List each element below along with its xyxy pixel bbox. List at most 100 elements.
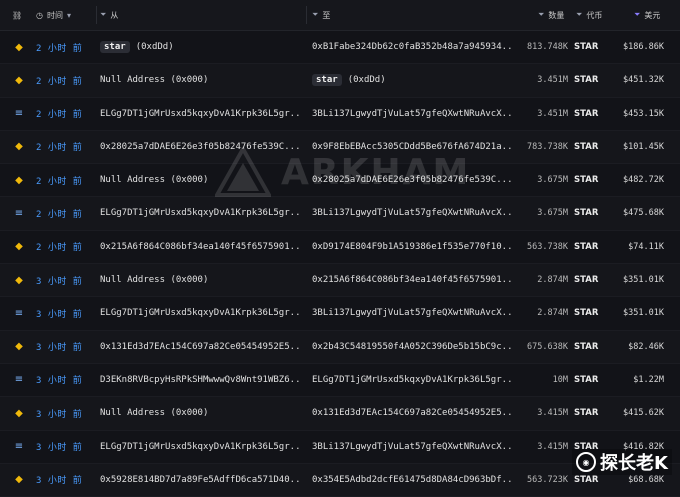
table-row[interactable]: ≡ 2 小时 前 ELGg7DT1jGMrUsxd5kqxyDvA1Krpk36L5… [0, 97, 680, 131]
time-ago[interactable]: 3 小时 前 [36, 364, 96, 396]
tron-chain-icon: ≡ [14, 207, 24, 219]
from-entity-tag[interactable]: star [100, 41, 130, 53]
from-address[interactable]: 0x131Ed3d7EAc154C697a82Ce05454952E5... [100, 331, 300, 363]
time-ago[interactable]: 3 小时 前 [36, 331, 96, 363]
table-row[interactable]: ◆ 2 小时 前 Null Address (0x000) 0x28025a7dDAE… [0, 164, 680, 198]
to-address[interactable]: 0x9F8EbEBAcc5305CDdd5Be676fA674D21a... [312, 131, 512, 163]
filter-icon[interactable]: ⏷ [100, 10, 106, 20]
to-address[interactable]: star (0xdDd) [312, 64, 512, 96]
from-address-text: ELGg7DT1jGMrUsxd5kqxyDvA1Krpk36L5gr... [100, 108, 300, 119]
amount-value: 813.748K [527, 42, 568, 52]
token-symbol[interactable]: STAR [574, 131, 614, 163]
table-row[interactable]: ◆ 2 小时 前 star (0xdDd) 0xB1Fabe324Db62c0faB35… [0, 31, 680, 65]
from-address[interactable]: 0x5928E814BD7d7a89Fe5AdffD6ca571D40... [100, 464, 300, 496]
token-symbol[interactable]: STAR [574, 31, 614, 63]
amount-column-header[interactable]: ⏷ 数量 [538, 0, 564, 30]
to-address[interactable]: 0xB1Fabe324Db62c0faB352b48a7a945934... [312, 31, 512, 63]
chain-icon: ⛓ [12, 10, 23, 20]
to-address[interactable]: 3BLi137LgwydTjVuLat57gfeQXwtNRuAvcX... [312, 431, 512, 463]
to-address-text: 0xB1Fabe324Db62c0faB352b48a7a945934... [312, 42, 512, 52]
to-address[interactable]: 0x28025a7dDAE6E26e3f05b82476fe539C... [312, 164, 512, 196]
time-ago[interactable]: 3 小时 前 [36, 264, 96, 296]
filter-icon[interactable]: ⏷ [576, 10, 582, 20]
table-row[interactable]: ◆ 3 小时 前 Null Address (0x000) 0x131Ed3d7EAc… [0, 397, 680, 431]
to-entity-tag[interactable]: star [312, 74, 342, 87]
usd-value: $101.45K [623, 141, 664, 152]
from-address[interactable]: Null Address (0x000) [100, 64, 300, 96]
to-address-text: 3BLi137LgwydTjVuLat57gfeQXwtNRuAvcX... [312, 308, 512, 319]
token-symbol[interactable]: STAR [574, 64, 614, 96]
token-symbol[interactable]: STAR [574, 231, 614, 263]
to-address[interactable]: 0x131Ed3d7EAc154C697a82Ce05454952E5... [312, 397, 512, 429]
token-symbol[interactable]: STAR [574, 164, 614, 196]
token-symbol[interactable]: STAR [574, 98, 614, 130]
from-address[interactable]: Null Address (0x000) [100, 264, 300, 296]
from-address[interactable]: Null Address (0x000) [100, 397, 300, 429]
table-row[interactable]: ≡ 3 小时 前 D3EKn8RVBcpyHsRPkSHMwwwQv8Wnt91WB… [0, 363, 680, 398]
from-column-header[interactable]: ⏷ 从 [100, 0, 118, 30]
time-ago[interactable]: 3 小时 前 [36, 297, 96, 329]
from-address-text: (0xdDd) [135, 42, 174, 52]
from-address[interactable]: D3EKn8RVBcpyHsRPkSHMwwwQv8Wnt91WBZ6... [100, 364, 300, 396]
time-ago[interactable]: 3 小时 前 [36, 464, 96, 496]
table-row[interactable]: ◆ 3 小时 前 Null Address (0x000) 0x215A6f864C0… [0, 264, 680, 298]
table-row[interactable]: ◆ 2 小时 前 Null Address (0x000) star (0xdDd) 3.… [0, 64, 680, 98]
from-address[interactable]: star (0xdDd) [100, 31, 300, 63]
amount-value: 563.723K [527, 474, 568, 485]
to-address[interactable]: 0xD9174E804F9b1A519386e1f535e770f10... [312, 231, 512, 263]
table-row[interactable]: ≡ 3 小时 前 ELGg7DT1jGMrUsxd5kqxyDvA1Krpk36L5… [0, 297, 680, 331]
table-row[interactable]: ◆ 3 小时 前 0x131Ed3d7EAc154C697a82Ce05454952… [0, 330, 680, 364]
to-address[interactable]: 3BLi137LgwydTjVuLat57gfeQXwtNRuAvcX... [312, 98, 512, 130]
time-ago[interactable]: 2 小时 前 [36, 131, 96, 163]
tron-chain-icon: ≡ [14, 307, 24, 319]
time-ago[interactable]: 3 小时 前 [36, 397, 96, 429]
usd-value: $186.86K [623, 42, 664, 52]
to-address-text: 0x354E5Adbd2dcfE61475d8DA84cD963bDf... [312, 474, 512, 485]
chevron-down-icon[interactable]: ▾ [67, 11, 71, 20]
from-address[interactable]: ELGg7DT1jGMrUsxd5kqxyDvA1Krpk36L5gr... [100, 98, 300, 130]
token-symbol[interactable]: STAR [574, 297, 614, 329]
to-address[interactable]: 0x215A6f864C086bf34ea140f45f6575901... [312, 264, 512, 296]
from-address[interactable]: ELGg7DT1jGMrUsxd5kqxyDvA1Krpk36L5gr... [100, 197, 300, 229]
from-address[interactable]: 0x28025a7dDAE6E26e3f05b82476fe539C... [100, 131, 300, 163]
from-address[interactable]: ELGg7DT1jGMrUsxd5kqxyDvA1Krpk36L5gr... [100, 431, 300, 463]
to-address[interactable]: 3BLi137LgwydTjVuLat57gfeQXwtNRuAvcX... [312, 297, 512, 329]
token-symbol[interactable]: STAR [574, 197, 614, 229]
token-column-header[interactable]: ⏷ 代币 [576, 0, 602, 30]
usd-column-header[interactable]: ⏷ 美元 [634, 0, 660, 30]
time-ago[interactable]: 2 小时 前 [36, 98, 96, 130]
from-address[interactable]: Null Address (0x000) [100, 164, 300, 196]
to-address[interactable]: 3BLi137LgwydTjVuLat57gfeQXwtNRuAvcX... [312, 197, 512, 229]
token-symbol[interactable]: STAR [574, 331, 614, 363]
from-address-text: ELGg7DT1jGMrUsxd5kqxyDvA1Krpk36L5gr... [100, 441, 300, 452]
filter-icon[interactable]: ⏷ [312, 10, 318, 20]
time-ago[interactable]: 2 小时 前 [36, 197, 96, 229]
token-symbol[interactable]: STAR [574, 364, 614, 396]
table-row[interactable]: ≡ 2 小时 前 ELGg7DT1jGMrUsxd5kqxyDvA1Krpk36L5… [0, 197, 680, 231]
to-address[interactable]: 0x354E5Adbd2dcfE61475d8DA84cD963bDf... [312, 464, 512, 496]
filter-icon[interactable]: ⏷ [634, 10, 640, 20]
to-column-header[interactable]: ⏷ 至 [312, 0, 330, 30]
to-address[interactable]: 0x2b43C54819550f4A052C396De5b15bC9c... [312, 331, 512, 363]
filter-icon[interactable]: ⏷ [538, 10, 544, 20]
usd-value: $351.01K [623, 275, 664, 286]
time-column-header[interactable]: ◷ 时间 ▾ [36, 0, 71, 30]
to-address-text: 3BLi137LgwydTjVuLat57gfeQXwtNRuAvcX... [312, 208, 512, 219]
usd-value: $475.68K [623, 208, 664, 219]
token-symbol[interactable]: STAR [574, 397, 614, 429]
from-address[interactable]: 0x215A6f864C086bf34ea140f45f6575901... [100, 231, 300, 263]
from-address[interactable]: ELGg7DT1jGMrUsxd5kqxyDvA1Krpk36L5gr... [100, 297, 300, 329]
bnb-chain-icon: ◆ [15, 41, 23, 53]
time-ago[interactable]: 2 小时 前 [36, 31, 96, 63]
from-header-label: 从 [110, 10, 119, 20]
chain-column-header[interactable]: ⛓ [12, 0, 22, 30]
bnb-chain-icon: ◆ [15, 407, 23, 419]
time-ago[interactable]: 3 小时 前 [36, 431, 96, 463]
to-address[interactable]: ELGg7DT1jGMrUsxd5kqxyDvA1Krpk36L5gr... [312, 364, 512, 396]
table-row[interactable]: ◆ 2 小时 前 0x215A6f864C086bf34ea140f45f65759… [0, 230, 680, 265]
time-ago[interactable]: 2 小时 前 [36, 64, 96, 96]
token-symbol[interactable]: STAR [574, 264, 614, 296]
time-ago[interactable]: 2 小时 前 [36, 231, 96, 263]
table-row[interactable]: ◆ 2 小时 前 0x28025a7dDAE6E26e3f05b82476fe539… [0, 130, 680, 165]
time-ago[interactable]: 2 小时 前 [36, 164, 96, 196]
